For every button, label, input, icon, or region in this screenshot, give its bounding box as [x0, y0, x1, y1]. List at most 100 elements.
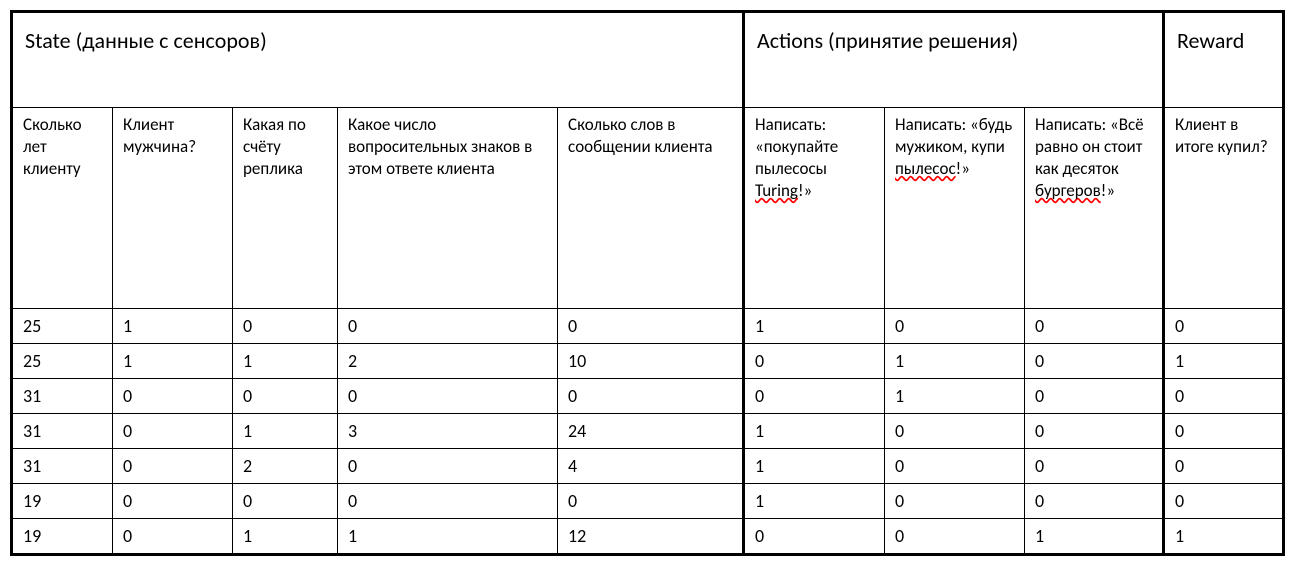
- data-cell: 0: [113, 484, 233, 518]
- table-row: 2511210: [13, 343, 742, 378]
- data-cell: 2: [233, 449, 338, 483]
- data-cell: 0: [1025, 484, 1159, 518]
- table-row: 1901112: [13, 518, 742, 553]
- table-row: 3101324: [13, 413, 742, 448]
- table-row: 0: [1165, 483, 1282, 518]
- data-cell: 0: [113, 519, 233, 553]
- data-cell: 0: [338, 449, 558, 483]
- data-cell: 1: [745, 309, 885, 343]
- data-cell: 1: [885, 344, 1025, 378]
- reward-header-row: Клиент в итоге купил?: [1165, 108, 1282, 308]
- data-cell: 0: [233, 484, 338, 518]
- actions-title: Actions (принятие решения): [745, 13, 1162, 108]
- state-col-1: Клиент мужчина?: [113, 108, 233, 308]
- data-cell: 0: [1165, 449, 1279, 483]
- table-row: 251000: [13, 308, 742, 343]
- data-cell: 1: [885, 379, 1025, 413]
- data-cell: 25: [13, 344, 113, 378]
- data-cell: 0: [233, 379, 338, 413]
- table-row: 0: [1165, 448, 1282, 483]
- data-cell: 1: [745, 414, 885, 448]
- state-col-2: Какая по счёту реплика: [233, 108, 338, 308]
- data-cell: 1: [1025, 519, 1159, 553]
- table-row: 0: [1165, 308, 1282, 343]
- data-cell: 31: [13, 449, 113, 483]
- data-cell: 0: [338, 309, 558, 343]
- state-title: State (данные с сенсоров): [13, 13, 742, 108]
- data-cell: 0: [885, 309, 1025, 343]
- actions-col-0: Написать: «покупайте пылесосы Turing!»: [745, 108, 885, 308]
- data-cell: 0: [745, 344, 885, 378]
- data-cell: 0: [1025, 344, 1159, 378]
- data-cell: 0: [745, 519, 885, 553]
- table-row: 010: [745, 378, 1162, 413]
- data-cell: 24: [558, 414, 738, 448]
- table-row: 310000: [13, 378, 742, 413]
- rl-table: State (данные с сенсоров) Сколько лет кл…: [10, 10, 1298, 556]
- data-cell: 0: [885, 519, 1025, 553]
- data-cell: 3: [338, 414, 558, 448]
- data-cell: 0: [558, 309, 738, 343]
- data-cell: 1: [1165, 344, 1279, 378]
- data-cell: 0: [1165, 484, 1279, 518]
- state-col-0: Сколько лет клиенту: [13, 108, 113, 308]
- data-cell: 1: [233, 414, 338, 448]
- data-cell: 0: [885, 449, 1025, 483]
- actions-col-2: Написать: «Всё равно он стоит как десято…: [1025, 108, 1159, 308]
- actions-col-1: Написать: «будь мужиком, купи пылесос!»: [885, 108, 1025, 308]
- data-cell: 0: [885, 414, 1025, 448]
- reward-section: Reward Клиент в итоге купил? 0100001: [1165, 10, 1285, 556]
- data-cell: 0: [113, 379, 233, 413]
- state-section: State (данные с сенсоров) Сколько лет кл…: [10, 10, 745, 556]
- reward-title: Reward: [1165, 13, 1282, 108]
- data-cell: 31: [13, 414, 113, 448]
- table-row: 010: [745, 343, 1162, 378]
- data-cell: 0: [338, 379, 558, 413]
- data-cell: 2: [338, 344, 558, 378]
- data-cell: 1: [338, 519, 558, 553]
- data-cell: 1: [1165, 519, 1279, 553]
- data-cell: 0: [1025, 309, 1159, 343]
- data-cell: 0: [885, 484, 1025, 518]
- data-cell: 0: [1165, 309, 1279, 343]
- data-cell: 0: [558, 379, 738, 413]
- table-row: 190000: [13, 483, 742, 518]
- data-cell: 1: [745, 484, 885, 518]
- actions-header-row: Написать: «покупайте пылесосы Turing!» Н…: [745, 108, 1162, 308]
- table-row: 100: [745, 448, 1162, 483]
- data-cell: 0: [558, 484, 738, 518]
- data-cell: 0: [745, 379, 885, 413]
- data-cell: 12: [558, 519, 738, 553]
- data-cell: 31: [13, 379, 113, 413]
- actions-section: Actions (принятие решения) Написать: «по…: [745, 10, 1165, 556]
- table-row: 0: [1165, 378, 1282, 413]
- table-row: 100: [745, 413, 1162, 448]
- data-cell: 0: [1025, 449, 1159, 483]
- data-cell: 4: [558, 449, 738, 483]
- table-row: 001: [745, 518, 1162, 553]
- data-cell: 0: [233, 309, 338, 343]
- data-cell: 1: [745, 449, 885, 483]
- data-cell: 0: [1025, 414, 1159, 448]
- data-cell: 25: [13, 309, 113, 343]
- data-cell: 0: [1165, 414, 1279, 448]
- data-cell: 1: [113, 309, 233, 343]
- data-cell: 0: [1025, 379, 1159, 413]
- table-row: 0: [1165, 413, 1282, 448]
- table-row: 100: [745, 308, 1162, 343]
- data-cell: 1: [113, 344, 233, 378]
- data-cell: 19: [13, 519, 113, 553]
- state-header-row: Сколько лет клиенту Клиент мужчина? Кака…: [13, 108, 742, 308]
- data-cell: 10: [558, 344, 738, 378]
- table-row: 310204: [13, 448, 742, 483]
- data-cell: 19: [13, 484, 113, 518]
- data-cell: 0: [113, 414, 233, 448]
- data-cell: 0: [1165, 379, 1279, 413]
- table-row: 1: [1165, 518, 1282, 553]
- state-col-3: Какое число вопросительных знаков в этом…: [338, 108, 558, 308]
- table-row: 1: [1165, 343, 1282, 378]
- data-cell: 0: [113, 449, 233, 483]
- data-cell: 1: [233, 344, 338, 378]
- table-row: 100: [745, 483, 1162, 518]
- reward-col-0: Клиент в итоге купил?: [1165, 108, 1279, 308]
